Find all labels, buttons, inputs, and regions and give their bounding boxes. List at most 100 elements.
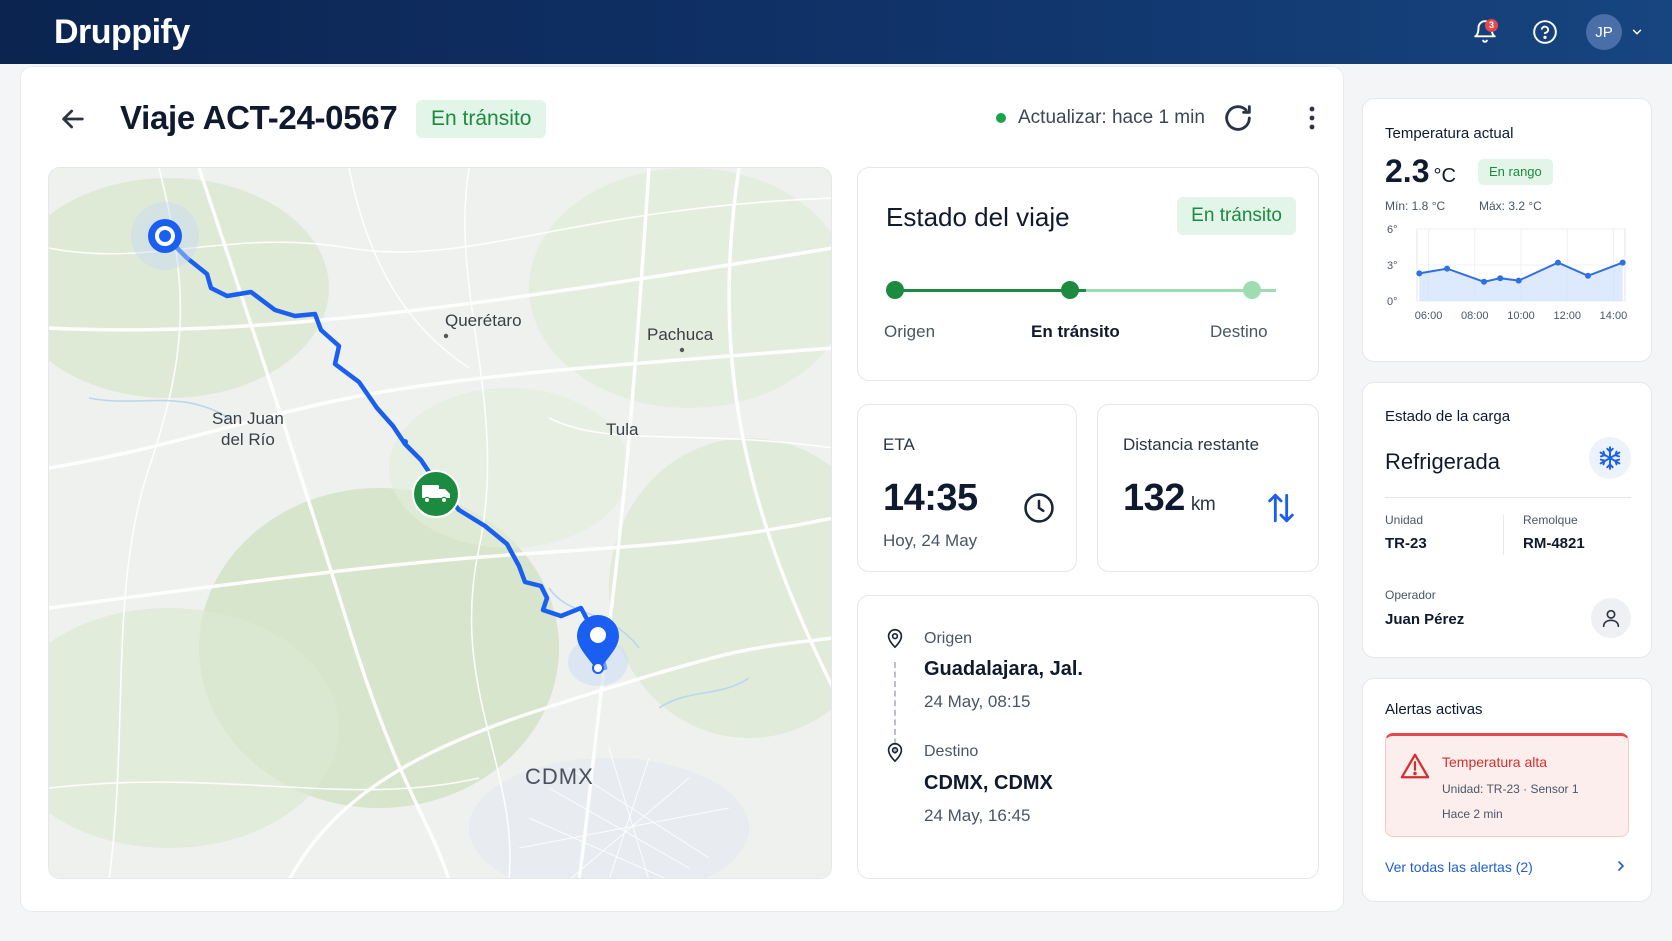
trip-status-card: Estado del viaje En tránsito Origen En t… bbox=[857, 167, 1319, 381]
more-options-icon[interactable] bbox=[1300, 101, 1324, 135]
update-text: Actualizar: hace 1 min bbox=[1018, 107, 1205, 128]
avatar: JP bbox=[1586, 14, 1622, 50]
chart-x-tick: 12:00 bbox=[1553, 310, 1581, 322]
temperature-range-badge: En rango bbox=[1478, 159, 1553, 185]
temperature-max: Máx: 3.2 °C bbox=[1479, 199, 1542, 213]
chart-x-tick: 14:00 bbox=[1600, 310, 1628, 322]
trailer-label: Remolque bbox=[1523, 513, 1578, 527]
chart-point bbox=[1619, 259, 1626, 266]
temperature-title: Temperatura actual bbox=[1385, 125, 1514, 142]
distance-label: Distancia restante bbox=[1123, 435, 1260, 454]
origin-marker bbox=[148, 219, 182, 253]
eta-date: Hoy, 24 May bbox=[883, 531, 978, 550]
chart-point bbox=[1444, 265, 1451, 272]
top-bar: Druppify 3 JP bbox=[0, 0, 1672, 64]
chart-y-tick: 0° bbox=[1387, 296, 1398, 308]
view-all-alerts-link[interactable]: Ver todas las alertas (2) bbox=[1385, 859, 1533, 875]
destination-place: CDMX, CDMX bbox=[924, 772, 1053, 794]
distance-card: Distancia restante 132 km bbox=[1097, 404, 1319, 572]
top-actions: 3 JP bbox=[1466, 0, 1644, 64]
map-label-tula: Tula bbox=[606, 420, 639, 439]
notifications-button[interactable]: 3 bbox=[1466, 13, 1504, 51]
origin-place: Guadalajara, Jal. bbox=[924, 658, 1083, 680]
map-label-cdmx: CDMX bbox=[525, 764, 594, 789]
brand-logo[interactable]: Druppify bbox=[54, 13, 190, 52]
chart-point bbox=[1554, 259, 1561, 266]
help-button[interactable] bbox=[1526, 13, 1564, 51]
alerts-title: Alertas activas bbox=[1385, 701, 1483, 718]
chart-x-tick: 10:00 bbox=[1507, 310, 1535, 322]
chart-point bbox=[1481, 278, 1488, 285]
chart-x-tick: 06:00 bbox=[1415, 310, 1443, 322]
origin-time: 24 May, 08:15 bbox=[924, 692, 1031, 711]
temperature-card: Temperatura actual 2.3 °C En rango Mín: 1… bbox=[1362, 98, 1652, 362]
status-badge: En tránsito bbox=[416, 100, 547, 138]
alert-item[interactable]: Temperatura alta Unidad: TR-23 · Sensor … bbox=[1385, 733, 1629, 837]
chart-point bbox=[1515, 277, 1522, 284]
trailer-value: RM-4821 bbox=[1523, 535, 1585, 552]
operator-label: Operador bbox=[1385, 588, 1436, 602]
back-arrow-icon[interactable] bbox=[57, 103, 89, 135]
operator-value: Juan Pérez bbox=[1385, 611, 1465, 628]
progress-fill bbox=[896, 289, 1086, 292]
cargo-title: Estado de la carga bbox=[1385, 408, 1511, 425]
step-dot-transit bbox=[1061, 281, 1079, 299]
map-label-san-juan: San Juan bbox=[212, 409, 284, 428]
temperature-value-wrap: 2.3 °C bbox=[1385, 153, 1456, 190]
trip-header: Viaje ACT-24-0567 En tránsito Actualizar… bbox=[21, 67, 1343, 171]
unit-label: Unidad bbox=[1385, 513, 1424, 527]
alert-time: Hace 2 min bbox=[1442, 807, 1503, 821]
destination-time: 24 May, 16:45 bbox=[924, 806, 1031, 825]
map-label-del-rio: del Río bbox=[221, 430, 275, 449]
page-title: Viaje ACT-24-0567 bbox=[120, 99, 398, 136]
step-dot-origin bbox=[886, 281, 904, 299]
chart-point bbox=[1497, 275, 1504, 282]
trip-status-badge: En tránsito bbox=[1177, 197, 1296, 235]
step-label-origin: Origen bbox=[884, 322, 936, 341]
operator-avatar[interactable] bbox=[1591, 598, 1631, 638]
cargo-divider bbox=[1385, 497, 1631, 498]
unit-value: TR-23 bbox=[1385, 535, 1427, 552]
user-icon bbox=[1602, 609, 1620, 628]
active-alerts-card: Alertas activas Temperatura alta Unidad:… bbox=[1362, 678, 1652, 902]
clock-icon bbox=[1024, 493, 1054, 523]
temperature-value: 2.3 bbox=[1385, 153, 1430, 189]
chevron-right-icon[interactable] bbox=[1613, 857, 1629, 875]
destination-pin-icon bbox=[887, 742, 903, 763]
destination-label: Destino bbox=[924, 743, 979, 760]
step-label-destination: Destino bbox=[1210, 322, 1268, 341]
cargo-status-card: Estado de la carga Refrigerada Unidad TR… bbox=[1362, 382, 1652, 658]
chart-point bbox=[1416, 270, 1423, 277]
snowflake-icon bbox=[1599, 446, 1621, 470]
snowflake-badge bbox=[1589, 437, 1631, 479]
chart-x-tick: 08:00 bbox=[1461, 310, 1489, 322]
trip-status-title: Estado del viaje bbox=[886, 202, 1070, 232]
temperature-min: Mín: 1.8 °C bbox=[1385, 199, 1446, 213]
origin-pin-icon bbox=[887, 628, 903, 649]
map-label-pachuca: Pachuca bbox=[647, 325, 714, 344]
step-label-transit: En tránsito bbox=[1031, 322, 1120, 341]
user-menu[interactable]: JP bbox=[1586, 14, 1644, 50]
chart-y-tick: 6° bbox=[1387, 224, 1398, 236]
cargo-type: Refrigerada bbox=[1385, 449, 1500, 474]
eta-value: 14:35 bbox=[883, 477, 978, 519]
eta-card: ETA 14:35 Hoy, 24 May bbox=[857, 404, 1077, 572]
distance-value-wrap: 132 km bbox=[1123, 477, 1216, 520]
cargo-vertical-divider bbox=[1503, 515, 1504, 555]
route-map[interactable]: Querétaro Pachuca San Juan del Río Tula … bbox=[48, 167, 832, 879]
progress-track bbox=[896, 289, 1276, 292]
route-card: Origen Guadalajara, Jal. 24 May, 08:15 D… bbox=[857, 595, 1319, 879]
distance-value: 132 bbox=[1123, 477, 1185, 519]
help-icon bbox=[1533, 20, 1557, 44]
update-status: Actualizar: hace 1 min bbox=[996, 107, 1205, 129]
alert-title: Temperatura alta bbox=[1442, 754, 1548, 770]
step-dot-destination bbox=[1243, 281, 1261, 299]
temperature-unit: °C bbox=[1433, 165, 1456, 187]
eta-label: ETA bbox=[883, 435, 915, 454]
refresh-icon[interactable] bbox=[1221, 101, 1255, 135]
origin-label: Origen bbox=[924, 630, 973, 647]
live-indicator-dot bbox=[996, 113, 1006, 123]
chart-y-tick: 3° bbox=[1387, 260, 1398, 272]
chart-point bbox=[1585, 272, 1592, 279]
up-down-arrows-icon bbox=[1268, 493, 1294, 523]
